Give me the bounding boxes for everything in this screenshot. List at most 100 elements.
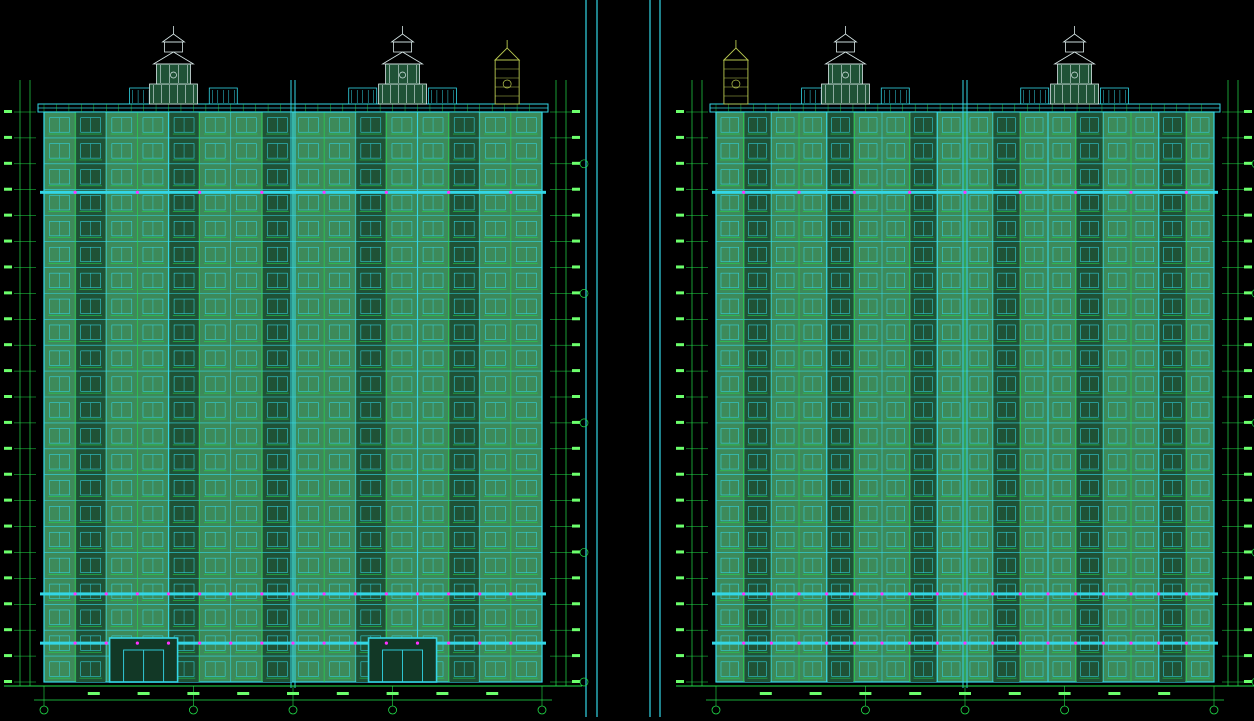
magenta-marker <box>1046 592 1050 596</box>
level-mark <box>1244 291 1252 295</box>
dimension-label-mark <box>859 692 872 695</box>
level-mark <box>1244 239 1252 243</box>
magenta-marker <box>880 641 884 645</box>
tower-middle <box>1057 63 1092 85</box>
magenta-marker <box>166 641 171 645</box>
level-mark <box>4 239 12 243</box>
level-mark <box>676 576 684 580</box>
magenta-marker <box>353 592 357 596</box>
level-mark <box>4 654 12 658</box>
level-mark <box>4 472 12 476</box>
magenta-marker <box>1129 641 1133 645</box>
magenta-marker <box>769 641 773 645</box>
level-mark <box>1244 628 1252 632</box>
tower-base <box>1050 83 1099 105</box>
level-mark <box>676 498 684 502</box>
level-mark <box>572 602 580 606</box>
level-mark <box>4 550 12 554</box>
level-mark <box>4 135 12 139</box>
dimension-label-mark <box>909 692 922 695</box>
magenta-marker <box>1129 592 1133 596</box>
level-mark <box>1244 550 1252 554</box>
magenta-marker <box>1184 190 1188 194</box>
magenta-marker <box>1018 190 1022 194</box>
magenta-marker <box>908 592 912 596</box>
dimension-label-mark <box>809 692 822 695</box>
magenta-marker <box>1101 641 1105 645</box>
magenta-marker <box>73 641 77 645</box>
level-mark <box>676 343 684 347</box>
level-mark <box>1244 446 1252 450</box>
level-mark <box>676 213 684 217</box>
level-mark <box>4 110 12 113</box>
magenta-marker <box>852 592 856 596</box>
dimension-label-mark <box>1058 692 1071 695</box>
level-mark <box>1244 369 1252 373</box>
level-mark <box>676 317 684 321</box>
magenta-marker <box>797 190 801 194</box>
level-mark <box>676 395 684 398</box>
magenta-marker <box>322 190 326 194</box>
level-mark <box>676 446 684 450</box>
level-mark <box>4 524 12 528</box>
tower-base <box>378 83 427 105</box>
level-mark <box>1244 472 1252 476</box>
dimension-label-mark <box>1008 692 1021 695</box>
level-mark <box>4 343 12 347</box>
level-mark <box>4 265 12 269</box>
level-mark <box>572 680 580 683</box>
level-mark <box>4 291 12 295</box>
level-mark <box>4 498 12 502</box>
level-mark <box>676 420 684 424</box>
level-mark <box>572 420 580 424</box>
magenta-marker <box>198 190 202 194</box>
magenta-marker <box>935 592 939 596</box>
level-mark <box>572 654 580 658</box>
magenta-marker <box>509 190 513 194</box>
level-mark <box>1244 161 1252 165</box>
magenta-marker <box>963 641 967 645</box>
magenta-marker <box>797 641 801 645</box>
level-mark <box>676 161 684 165</box>
magenta-marker <box>260 641 264 645</box>
tower-base <box>821 83 870 105</box>
magenta-marker <box>1157 592 1161 596</box>
level-mark <box>572 395 580 398</box>
magenta-marker <box>1101 592 1105 596</box>
magenta-marker <box>797 592 801 596</box>
level-mark <box>1244 213 1252 217</box>
level-mark <box>676 550 684 554</box>
magenta-marker <box>229 641 233 645</box>
dimension-label-mark <box>187 692 200 695</box>
magenta-marker <box>104 641 108 645</box>
magenta-marker <box>447 592 451 596</box>
magenta-marker <box>908 641 912 645</box>
magenta-marker <box>742 190 746 194</box>
magenta-marker <box>198 641 202 645</box>
level-mark <box>1244 602 1252 606</box>
magenta-marker <box>825 592 829 596</box>
level-mark <box>572 161 580 165</box>
magenta-marker <box>415 592 420 596</box>
magenta-marker <box>1046 641 1050 645</box>
cad-drawing-canvas[interactable] <box>0 0 1254 717</box>
magenta-marker <box>963 190 967 194</box>
level-mark <box>572 550 580 554</box>
level-mark <box>572 110 580 113</box>
level-mark <box>4 420 12 424</box>
magenta-marker <box>825 641 829 645</box>
level-mark <box>1244 420 1252 424</box>
level-mark <box>572 576 580 580</box>
level-mark <box>572 213 580 217</box>
level-mark <box>1244 576 1252 580</box>
level-mark <box>676 291 684 295</box>
level-mark <box>572 187 580 191</box>
dimension-label-mark <box>137 692 150 695</box>
front-elevation <box>4 26 589 715</box>
magenta-marker <box>353 641 357 645</box>
magenta-marker <box>291 641 295 645</box>
magenta-marker <box>1184 592 1188 596</box>
magenta-marker <box>1018 641 1022 645</box>
level-mark <box>572 291 580 295</box>
level-mark <box>4 395 12 398</box>
